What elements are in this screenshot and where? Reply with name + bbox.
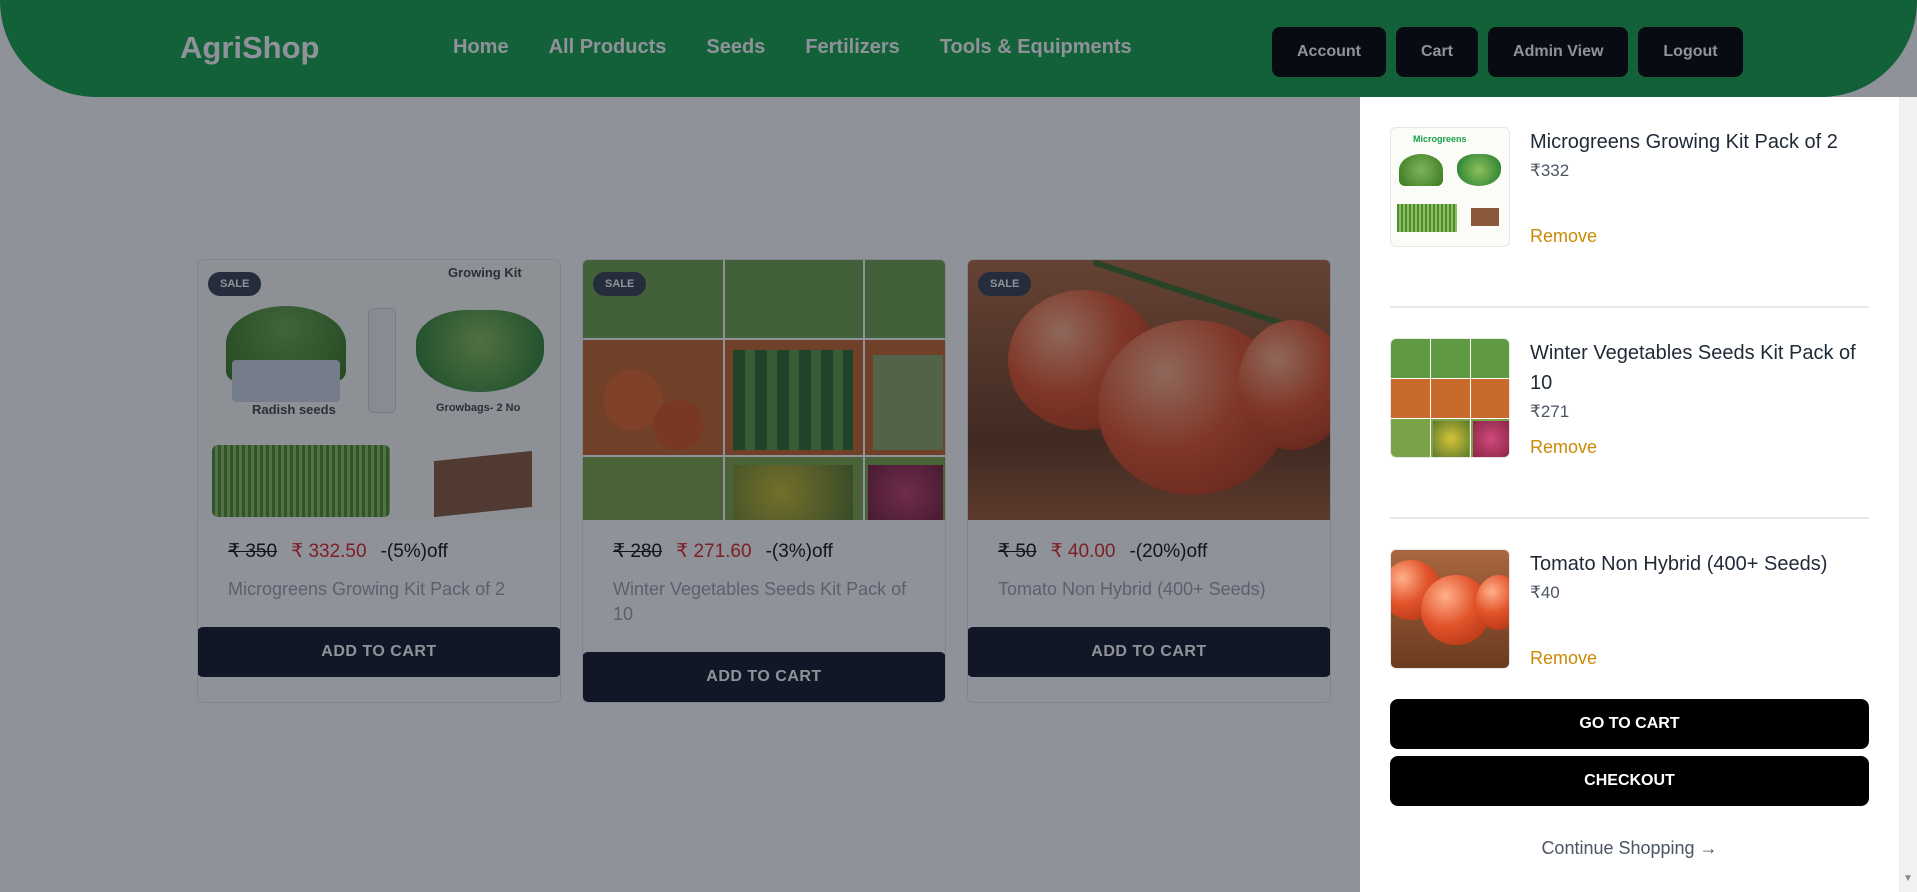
cart-item-price: ₹271	[1530, 402, 1570, 421]
cart-item-price: ₹40	[1530, 583, 1560, 602]
microgreens-tray	[1399, 154, 1443, 186]
pumpkin-shape	[1433, 421, 1469, 457]
remove-item-link[interactable]: Remove	[1530, 226, 1597, 247]
cart-item-list: Microgreens Microgreens Growing Kit Pack…	[1390, 127, 1869, 760]
scroll-down-arrow-icon[interactable]: ▼	[1903, 873, 1913, 884]
onion-shape	[1473, 421, 1509, 457]
cart-item-name[interactable]: Microgreens Growing Kit Pack of 2	[1530, 127, 1869, 157]
cart-item: Winter Vegetables Seeds Kit Pack of 10 ₹…	[1390, 338, 1869, 519]
cart-item-thumbnail[interactable]	[1390, 338, 1510, 458]
checkout-button[interactable]: CHECKOUT	[1390, 756, 1869, 806]
thumbnail-label: Microgreens	[1413, 134, 1467, 144]
remove-item-link[interactable]: Remove	[1530, 437, 1597, 458]
cart-item-thumbnail[interactable]	[1390, 549, 1510, 669]
cart-item-name[interactable]: Winter Vegetables Seeds Kit Pack of 10	[1530, 338, 1869, 398]
continue-shopping-link[interactable]: Continue Shopping →	[1360, 838, 1899, 859]
cart-item-info: Tomato Non Hybrid (400+ Seeds) ₹40 Remov…	[1530, 549, 1869, 669]
cart-item-name[interactable]: Tomato Non Hybrid (400+ Seeds)	[1530, 549, 1869, 579]
cocopeat-block	[1471, 208, 1499, 226]
cart-drawer: Microgreens Microgreens Growing Kit Pack…	[1360, 97, 1899, 892]
cart-item: Microgreens Microgreens Growing Kit Pack…	[1390, 127, 1869, 308]
remove-item-link[interactable]: Remove	[1530, 648, 1597, 669]
cart-item-price: ₹332	[1530, 161, 1570, 180]
cart-item-info: Microgreens Growing Kit Pack of 2 ₹332 R…	[1530, 127, 1869, 247]
cart-item-thumbnail[interactable]: Microgreens	[1390, 127, 1510, 247]
page-scrollbar[interactable]	[1899, 97, 1917, 892]
cart-item-info: Winter Vegetables Seeds Kit Pack of 10 ₹…	[1530, 338, 1869, 458]
go-to-cart-button[interactable]: GO TO CART	[1390, 699, 1869, 749]
growbag	[1457, 154, 1501, 186]
microgreens-grass	[1397, 204, 1457, 232]
